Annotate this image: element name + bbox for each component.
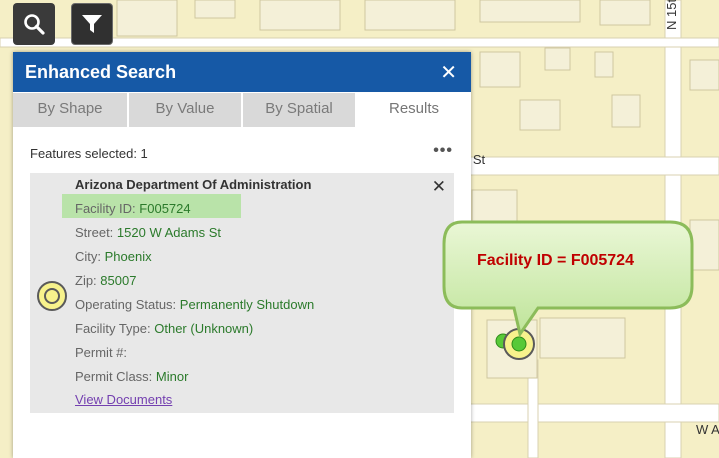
field-permit-number: Permit #: bbox=[75, 345, 128, 360]
field-facility-type: Facility Type: Other (Unknown) bbox=[75, 321, 254, 336]
field-street: Street: 1520 W Adams St bbox=[75, 225, 221, 240]
field-city: City: Phoenix bbox=[75, 249, 152, 264]
callout-label: Facility ID = F005724 bbox=[477, 252, 634, 269]
field-facility-id: Facility ID: F005724 bbox=[75, 201, 191, 216]
road-label-n15: N 15t bbox=[664, 0, 679, 30]
features-selected-count: Features selected: 1 bbox=[30, 146, 148, 161]
road-label-wa: W A bbox=[696, 422, 719, 437]
more-options-icon[interactable]: ••• bbox=[433, 142, 453, 160]
enhanced-search-panel: Enhanced Search ✕ By Shape By Value By S… bbox=[13, 52, 471, 458]
field-operating-status: Operating Status: Permanently Shutdown bbox=[75, 297, 315, 312]
view-documents-link[interactable]: View Documents bbox=[75, 392, 172, 407]
feature-marker-icon bbox=[37, 281, 67, 311]
search-icon bbox=[24, 14, 45, 35]
tab-bar: By Shape By Value By Spatial Results bbox=[13, 93, 471, 127]
tab-by-value[interactable]: By Value bbox=[129, 93, 243, 127]
filter-icon bbox=[82, 15, 102, 33]
close-icon[interactable]: ✕ bbox=[432, 177, 446, 197]
result-card[interactable]: Arizona Department Of Administration ✕ F… bbox=[30, 173, 454, 413]
callout-bubble bbox=[442, 220, 694, 338]
tab-by-shape[interactable]: By Shape bbox=[13, 93, 129, 127]
panel-header: Enhanced Search ✕ bbox=[13, 52, 471, 92]
field-permit-class: Permit Class: Minor bbox=[75, 369, 189, 384]
tab-by-spatial[interactable]: By Spatial bbox=[243, 93, 357, 127]
filter-tool-button[interactable] bbox=[71, 3, 113, 45]
panel-title: Enhanced Search bbox=[25, 62, 177, 82]
close-icon[interactable]: ✕ bbox=[440, 60, 457, 85]
result-title: Arizona Department Of Administration bbox=[75, 177, 312, 192]
tab-results[interactable]: Results bbox=[357, 93, 471, 127]
search-tool-button[interactable] bbox=[13, 3, 55, 45]
field-zip: Zip: 85007 bbox=[75, 273, 137, 288]
